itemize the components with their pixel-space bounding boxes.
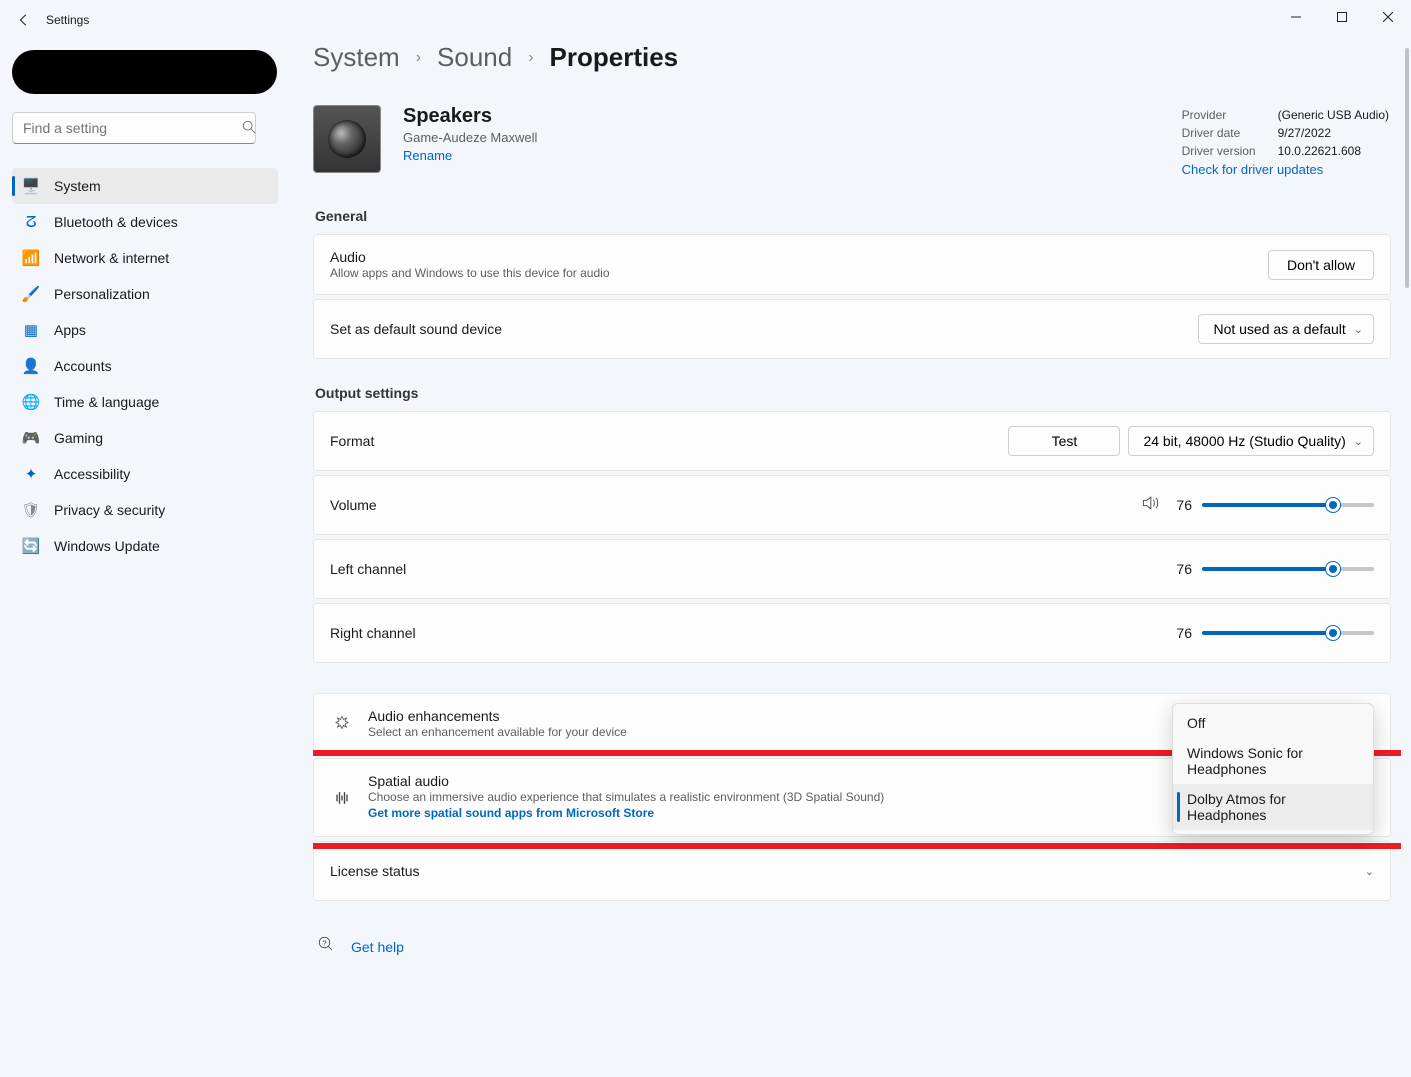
sidebar-item-privacy-security[interactable]: 🛡 Privacy & security [12,492,278,528]
spatial-store-link[interactable]: Get more spatial sound apps from Microso… [368,806,654,820]
sidebar-item-personalization[interactable]: 🖌️ Personalization [12,276,278,312]
search-input[interactable] [12,112,256,144]
nav-label: Gaming [54,430,103,446]
back-button[interactable] [8,4,40,36]
breadcrumb: System › Sound › Properties [313,42,1391,73]
right-channel-card: Right channel 76 [313,603,1391,663]
default-device-select[interactable]: Not used as a default⌄ [1198,314,1374,344]
nav-label: Accounts [54,358,112,374]
get-help-link[interactable]: Get help [351,939,404,955]
dont-allow-button[interactable]: Don't allow [1268,250,1374,280]
left-channel-slider[interactable] [1202,567,1374,571]
scrollbar[interactable] [1405,48,1409,288]
sidebar-item-windows-update[interactable]: 🔄 Windows Update [12,528,278,564]
default-device-title: Set as default sound device [330,321,1198,337]
volume-card: Volume 76 [313,475,1391,535]
right-channel-title: Right channel [330,625,1170,641]
nav-icon: 👤 [22,357,40,375]
breadcrumb-system[interactable]: System [313,42,400,73]
nav-label: Bluetooth & devices [54,214,178,230]
chevron-down-icon: ⌄ [1354,435,1363,448]
nav-icon: 🖥️ [22,177,40,195]
chevron-right-icon: › [416,49,421,67]
section-output: Output settings [315,385,1391,401]
audio-allow-title: Audio [330,249,1268,265]
nav-label: Accessibility [54,466,130,482]
nav-label: Time & language [54,394,159,410]
page-title: Properties [550,42,679,73]
chevron-down-icon: ⌄ [1354,323,1363,336]
nav-icon: 🌐 [22,393,40,411]
nav-icon: 🛡 [22,501,40,519]
audio-allow-sub: Allow apps and Windows to use this devic… [330,266,1268,280]
spatial-audio-card[interactable]: Spatial audio Choose an immersive audio … [313,758,1391,837]
right-channel-value: 76 [1170,625,1192,641]
nav-label: Apps [54,322,86,338]
sidebar-item-bluetooth-devices[interactable]: ⵒ Bluetooth & devices [12,204,278,240]
nav-icon: 🎮 [22,429,40,447]
left-channel-card: Left channel 76 [313,539,1391,599]
nav-icon: 🔄 [22,537,40,555]
left-channel-value: 76 [1170,561,1192,577]
sidebar-item-gaming[interactable]: 🎮 Gaming [12,420,278,456]
chevron-down-icon: ⌄ [1365,865,1374,878]
default-device-card: Set as default sound device Not used as … [313,299,1391,359]
driver-info: Provider(Generic USB Audio) Driver date9… [1180,105,1391,180]
nav-icon: ⵒ [22,213,40,231]
volume-icon[interactable] [1140,493,1160,518]
nav-icon: ▦ [22,321,40,339]
format-title: Format [330,433,1008,449]
device-subname: Game-Audeze Maxwell [403,130,537,145]
sidebar-item-apps[interactable]: ▦ Apps [12,312,278,348]
spatial-option[interactable]: Dolby Atmos for Headphones [1173,784,1373,830]
user-account-pill[interactable] [12,50,277,94]
sidebar-item-system[interactable]: 🖥️ System [12,168,278,204]
enhancements-icon [330,715,354,733]
sidebar-item-network-internet[interactable]: 📶 Network & internet [12,240,278,276]
maximize-button[interactable] [1319,0,1365,34]
sidebar-item-accounts[interactable]: 👤 Accounts [12,348,278,384]
check-updates-link[interactable]: Check for driver updates [1182,162,1324,177]
nav-label: Windows Update [54,538,160,554]
audio-allow-card: Audio Allow apps and Windows to use this… [313,234,1391,295]
window-title: Settings [46,13,89,27]
rename-link[interactable]: Rename [403,148,452,163]
volume-value: 76 [1170,497,1192,513]
nav-label: System [54,178,101,194]
left-channel-title: Left channel [330,561,1170,577]
volume-slider[interactable] [1202,503,1374,507]
format-card: Format Test 24 bit, 48000 Hz (Studio Qua… [313,411,1391,471]
nav-icon: 🖌️ [22,285,40,303]
close-button[interactable] [1365,0,1411,34]
license-title: License status [330,863,1365,879]
spatial-option[interactable]: Windows Sonic for Headphones [1173,738,1373,784]
nav-icon: 📶 [22,249,40,267]
test-button[interactable]: Test [1008,426,1120,456]
spatial-option[interactable]: Off [1173,708,1373,738]
sidebar-item-accessibility[interactable]: ✦ Accessibility [12,456,278,492]
search-icon [242,120,256,139]
speaker-device-icon [313,105,381,173]
spatial-audio-dropdown: OffWindows Sonic for HeadphonesDolby Atm… [1172,703,1374,835]
sidebar-item-time-language[interactable]: 🌐 Time & language [12,384,278,420]
format-select[interactable]: 24 bit, 48000 Hz (Studio Quality)⌄ [1128,426,1374,456]
nav-label: Personalization [54,286,150,302]
device-name: Speakers [403,105,537,128]
nav-icon: ✦ [22,465,40,483]
right-channel-slider[interactable] [1202,631,1374,635]
nav-label: Privacy & security [54,502,165,518]
volume-title: Volume [330,497,1140,513]
nav-label: Network & internet [54,250,169,266]
chevron-right-icon: › [528,49,533,67]
license-status-card[interactable]: License status ⌄ [313,841,1391,901]
breadcrumb-sound[interactable]: Sound [437,42,512,73]
svg-text:?: ? [322,939,326,948]
section-general: General [315,208,1391,224]
spatial-audio-icon [330,789,354,807]
help-icon: ? [317,935,335,958]
minimize-button[interactable] [1273,0,1319,34]
